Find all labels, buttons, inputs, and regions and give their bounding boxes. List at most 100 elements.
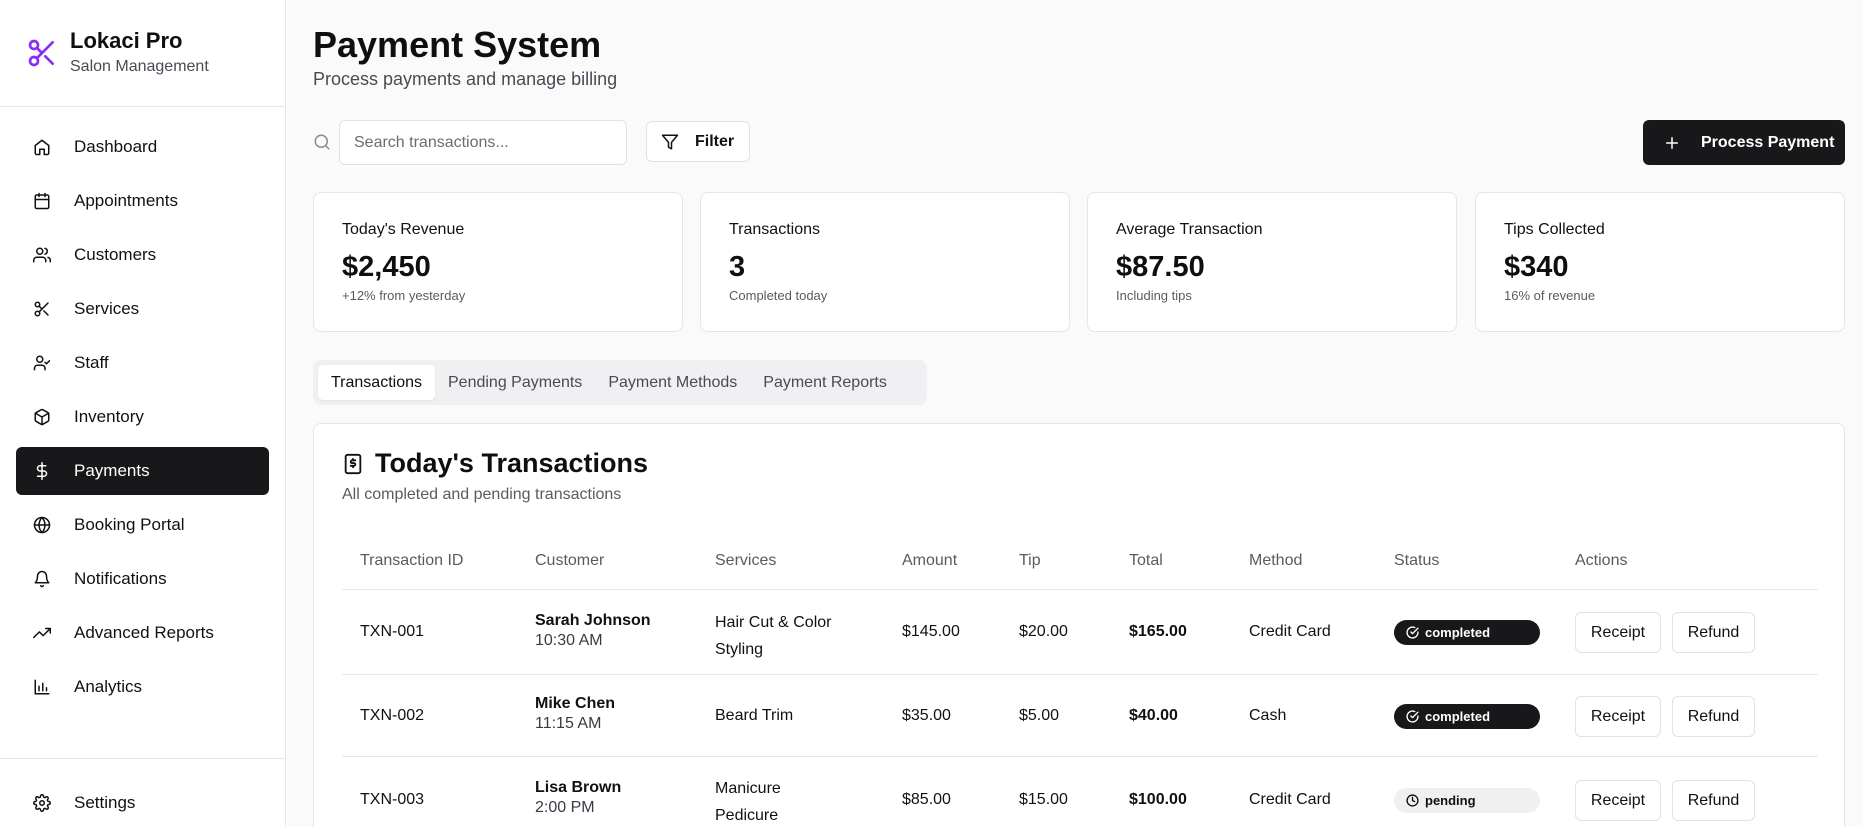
- brand[interactable]: Lokaci Pro Salon Management: [0, 0, 285, 107]
- sidebar-item-services[interactable]: Services: [16, 285, 269, 333]
- column-header[interactable]: Total: [1129, 552, 1163, 570]
- receipt-button[interactable]: Receipt: [1575, 612, 1661, 653]
- appointment-time: 10:30 AM: [535, 632, 603, 649]
- stat-label: Average Transaction: [1116, 221, 1263, 238]
- sidebar-item-label: Staff: [74, 353, 109, 372]
- sidebar-item-booking-portal[interactable]: Booking Portal: [16, 501, 269, 549]
- stat-label: Transactions: [729, 221, 820, 238]
- service-line: Hair Cut & Color: [715, 614, 832, 631]
- sidebar-item-label: Customers: [74, 245, 157, 264]
- stat-card-transactions: Transactions 3 Completed today: [700, 192, 1070, 332]
- sidebar-item-notifications[interactable]: Notifications: [16, 555, 269, 603]
- sidebar-item-staff[interactable]: Staff: [16, 339, 269, 387]
- service-line: Pedicure: [715, 807, 779, 824]
- refund-button[interactable]: Refund: [1672, 612, 1755, 653]
- calendar-icon: [32, 191, 52, 211]
- tab-transactions[interactable]: Transactions: [318, 365, 435, 400]
- customer-cell: Mike Chen 11:15 AM: [535, 695, 615, 733]
- users-icon: [32, 245, 52, 265]
- status-text: pending: [1425, 793, 1476, 808]
- sidebar-item-dashboard[interactable]: Dashboard: [16, 123, 269, 171]
- bell-icon: [32, 569, 52, 589]
- column-header[interactable]: Status: [1394, 552, 1439, 570]
- sidebar-item-label: Inventory: [74, 407, 144, 426]
- sidebar-item-advanced-reports[interactable]: Advanced Reports: [16, 609, 269, 657]
- stat-note: 16% of revenue: [1504, 288, 1596, 303]
- transaction-id: TXN-003: [360, 791, 425, 808]
- bar-chart-icon: [32, 677, 52, 697]
- plus-icon: [1663, 134, 1681, 152]
- services-cell: Hair Cut & Color Styling: [715, 609, 831, 663]
- receipt-button[interactable]: Receipt: [1575, 696, 1661, 737]
- sidebar-item-payments[interactable]: Payments: [16, 447, 269, 495]
- sidebar-item-inventory[interactable]: Inventory: [16, 393, 269, 441]
- card-title-text: Today's Transactions: [375, 448, 649, 478]
- column-header[interactable]: Actions: [1575, 552, 1627, 570]
- filter-icon: [661, 133, 679, 151]
- status-text: completed: [1425, 709, 1491, 724]
- sidebar-item-appointments[interactable]: Appointments: [16, 177, 269, 225]
- search-icon: [313, 133, 331, 151]
- column-header[interactable]: Transaction ID: [360, 552, 463, 570]
- process-payment-button[interactable]: Process Payment: [1643, 120, 1845, 165]
- sidebar-item-settings[interactable]: Settings: [16, 779, 269, 827]
- refund-button[interactable]: Refund: [1672, 780, 1755, 821]
- search-input[interactable]: [339, 120, 627, 165]
- receipt-icon: [342, 452, 364, 476]
- filter-button[interactable]: Filter: [646, 121, 750, 162]
- status-badge: completed: [1394, 620, 1540, 645]
- filter-label: Filter: [695, 132, 735, 150]
- column-header[interactable]: Services: [715, 552, 776, 570]
- sidebar-footer: Settings: [0, 758, 285, 827]
- tab-payment-methods[interactable]: Payment Methods: [595, 365, 750, 400]
- payment-method: Cash: [1249, 707, 1287, 724]
- card-title: Today's Transactions: [342, 448, 648, 479]
- appointment-time: 11:15 AM: [535, 715, 602, 732]
- payment-method: Credit Card: [1249, 791, 1331, 808]
- service-line: Beard Trim: [715, 707, 794, 724]
- customer-name: Sarah Johnson: [535, 612, 651, 629]
- stat-value: 3: [729, 251, 746, 283]
- stat-label: Tips Collected: [1504, 221, 1605, 238]
- service-line: Styling: [715, 641, 764, 658]
- column-header[interactable]: Amount: [902, 552, 957, 570]
- tab-list: Transactions Pending Payments Payment Me…: [313, 360, 927, 405]
- customer-cell: Lisa Brown 2:00 PM: [535, 779, 621, 817]
- page-subtitle: Process payments and manage billing: [313, 69, 618, 89]
- receipt-button[interactable]: Receipt: [1575, 780, 1661, 821]
- column-header[interactable]: Tip: [1019, 552, 1041, 570]
- stat-label: Today's Revenue: [342, 221, 465, 238]
- sidebar-item-label: Dashboard: [74, 137, 158, 156]
- refund-button[interactable]: Refund: [1672, 696, 1755, 737]
- table-row[interactable]: TXN-002 Mike Chen 11:15 AM Beard Trim $3…: [342, 674, 1818, 756]
- tab-payment-reports[interactable]: Payment Reports: [750, 365, 900, 400]
- stat-card-revenue: Today's Revenue $2,450 +12% from yesterd…: [313, 192, 683, 332]
- sidebar: Lokaci Pro Salon Management Dashboard Ap…: [0, 0, 286, 827]
- column-header[interactable]: Method: [1249, 552, 1302, 570]
- sidebar-item-label: Settings: [74, 793, 136, 812]
- process-payment-label: Process Payment: [1701, 133, 1835, 151]
- table-row[interactable]: TXN-001 Sarah Johnson 10:30 AM Hair Cut …: [342, 589, 1818, 674]
- payment-method: Credit Card: [1249, 623, 1331, 640]
- status-badge: pending: [1394, 788, 1540, 813]
- user-check-icon: [32, 353, 52, 373]
- sidebar-item-customers[interactable]: Customers: [16, 231, 269, 279]
- table-row[interactable]: TXN-003 Lisa Brown 2:00 PM Manicure Pedi…: [342, 756, 1818, 827]
- tab-pending-payments[interactable]: Pending Payments: [435, 365, 595, 400]
- customer-name: Mike Chen: [535, 695, 616, 712]
- stat-card-average: Average Transaction $87.50 Including tip…: [1087, 192, 1457, 332]
- scissors-icon: [26, 37, 58, 69]
- globe-icon: [32, 515, 52, 535]
- sidebar-item-label: Analytics: [74, 677, 143, 696]
- column-header[interactable]: Customer: [535, 552, 604, 570]
- status-badge: completed: [1394, 704, 1540, 729]
- status-text: completed: [1425, 625, 1491, 640]
- transactions-card: Today's Transactions All completed and p…: [313, 423, 1845, 827]
- sidebar-item-label: Services: [74, 299, 140, 318]
- sidebar-item-analytics[interactable]: Analytics: [16, 663, 269, 711]
- trending-up-icon: [32, 623, 52, 643]
- total: $165.00: [1129, 623, 1187, 640]
- sidebar-nav: Dashboard Appointments Customers Service…: [0, 107, 285, 711]
- sidebar-item-label: Booking Portal: [74, 515, 185, 534]
- stat-value: $87.50: [1116, 251, 1205, 283]
